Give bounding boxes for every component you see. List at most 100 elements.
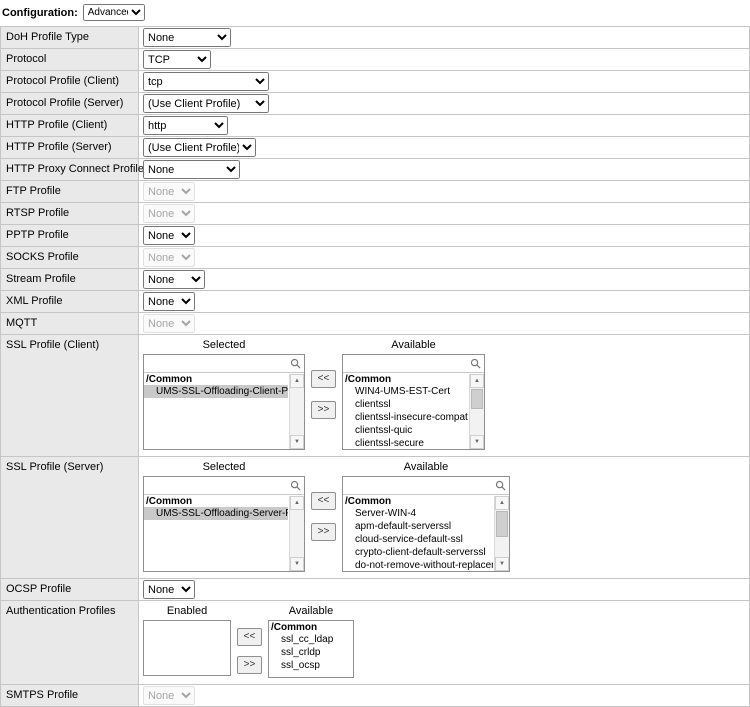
scroll-up-icon[interactable]: ▲ — [290, 374, 304, 388]
protocol-select[interactable]: TCP — [143, 50, 211, 69]
list-filter-row — [144, 355, 304, 373]
scroll-up-icon[interactable]: ▲ — [290, 496, 304, 510]
ssl-server-selected-listbox[interactable]: /Common UMS-SSL-Offloading-Server-Profil… — [143, 476, 305, 572]
move-to-available-button[interactable]: >> — [237, 656, 262, 674]
list-item[interactable]: clientssl — [343, 398, 468, 411]
auth-available-listbox[interactable]: /Common ssl_cc_ldap ssl_crldp ssl_ocsp — [268, 620, 354, 678]
scrollbar[interactable]: ▲ ▼ — [289, 496, 304, 571]
ftp-profile-select: None — [143, 182, 195, 201]
table-row-socks-profile: SOCKS Profile None — [1, 247, 749, 269]
list-filter-row — [343, 355, 484, 373]
protocol-profile-client-select[interactable]: tcp — [143, 72, 269, 91]
move-to-selected-button[interactable]: << — [311, 492, 336, 510]
search-icon — [290, 480, 301, 491]
move-to-selected-button[interactable]: << — [311, 370, 336, 388]
scroll-down-icon[interactable]: ▼ — [495, 557, 509, 571]
stream-profile-select[interactable]: None — [143, 270, 205, 289]
list-item[interactable]: clientssl-insecure-compatible — [343, 411, 468, 424]
table-row-authentication-profiles: Authentication Profiles Enabled << >> Av… — [1, 601, 749, 685]
table-row-rtsp-profile: RTSP Profile None — [1, 203, 749, 225]
ssl-server-available-listbox[interactable]: /Common Server-WIN-4 apm-default-servers… — [342, 476, 510, 572]
scrollbar-thumb[interactable] — [471, 389, 483, 409]
list-filter-row — [144, 477, 304, 495]
partition-header: /Common — [343, 373, 468, 385]
list-item[interactable]: do-not-remove-without-replacement — [343, 559, 493, 571]
search-icon — [470, 358, 481, 369]
selected-list-header: Selected — [143, 338, 305, 354]
list-item[interactable]: apm-default-serverssl — [343, 520, 493, 533]
partition-header: /Common — [144, 495, 288, 507]
partition-header: /Common — [269, 621, 351, 633]
http-proxy-connect-profile-select[interactable]: None — [143, 160, 240, 179]
list-item[interactable]: WIN4-UMS-EST-Cert — [343, 385, 468, 398]
row-label: HTTP Proxy Connect Profile — [1, 159, 139, 180]
http-profile-server-select[interactable]: (Use Client Profile) — [143, 138, 256, 157]
table-row-xml-profile: XML Profile None — [1, 291, 749, 313]
scroll-up-icon[interactable]: ▲ — [470, 374, 484, 388]
list-filter-input[interactable] — [144, 477, 286, 493]
row-label: Protocol Profile (Client) — [1, 71, 139, 92]
list-item[interactable]: cloud-service-default-ssl — [343, 533, 493, 546]
protocol-profile-server-select[interactable]: (Use Client Profile) — [143, 94, 269, 113]
row-label: FTP Profile — [1, 181, 139, 202]
row-label: SSL Profile (Server) — [1, 457, 139, 578]
scrollbar-thumb[interactable] — [496, 511, 508, 537]
profiles-configuration-table: DoH Profile Type None Protocol TCP Proto… — [0, 26, 750, 707]
move-to-available-button[interactable]: >> — [311, 523, 336, 541]
ocsp-profile-select[interactable]: None — [143, 580, 195, 599]
table-row-mqtt: MQTT None — [1, 313, 749, 335]
row-label: RTSP Profile — [1, 203, 139, 224]
xml-profile-select[interactable]: None — [143, 292, 195, 311]
row-label: Authentication Profiles — [1, 601, 139, 684]
scroll-down-icon[interactable]: ▼ — [290, 557, 304, 571]
configuration-select[interactable]: Advanced — [83, 4, 145, 21]
socks-profile-select: None — [143, 248, 195, 267]
scroll-down-icon[interactable]: ▼ — [290, 435, 304, 449]
table-row-doh-profile-type: DoH Profile Type None — [1, 27, 749, 49]
auth-enabled-listbox[interactable] — [143, 620, 231, 676]
list-item[interactable]: clientssl-quic — [343, 424, 468, 437]
table-row-ftp-profile: FTP Profile None — [1, 181, 749, 203]
http-profile-client-select[interactable]: http — [143, 116, 228, 135]
configuration-bar: Configuration: Advanced — [0, 0, 750, 26]
configuration-label: Configuration: — [2, 7, 78, 19]
list-item[interactable]: ssl_ocsp — [269, 659, 351, 672]
rtsp-profile-select: None — [143, 204, 195, 223]
row-label: PPTP Profile — [1, 225, 139, 246]
table-row-protocol: Protocol TCP — [1, 49, 749, 71]
move-to-enabled-button[interactable]: << — [237, 628, 262, 646]
ssl-client-selected-listbox[interactable]: /Common UMS-SSL-Offloading-Client-Profil… — [143, 354, 305, 450]
list-item[interactable]: UMS-SSL-Offloading-Server-Profile — [144, 507, 288, 520]
list-filter-input[interactable] — [144, 355, 286, 371]
row-label: SSL Profile (Client) — [1, 335, 139, 456]
table-row-protocol-profile-server: Protocol Profile (Server) (Use Client Pr… — [1, 93, 749, 115]
row-label: OCSP Profile — [1, 579, 139, 600]
pptp-profile-select[interactable]: None — [143, 226, 195, 245]
scroll-up-icon[interactable]: ▲ — [495, 496, 509, 510]
available-list-header: Available — [342, 338, 485, 354]
list-filter-input[interactable] — [343, 477, 491, 493]
list-item[interactable]: ssl_crldp — [269, 646, 351, 659]
scrollbar[interactable]: ▲ ▼ — [469, 374, 484, 449]
row-label: Stream Profile — [1, 269, 139, 290]
smtps-profile-select: None — [143, 686, 195, 705]
list-item[interactable]: Server-WIN-4 — [343, 507, 493, 520]
list-filter-row — [343, 477, 509, 495]
table-row-ssl-profile-server: SSL Profile (Server) Selected /Common UM… — [1, 457, 749, 579]
list-item[interactable]: ssl_cc_ldap — [269, 633, 351, 646]
scrollbar[interactable]: ▲ ▼ — [289, 374, 304, 449]
list-item[interactable]: clientssl-secure — [343, 437, 468, 449]
table-row-stream-profile: Stream Profile None — [1, 269, 749, 291]
scroll-down-icon[interactable]: ▼ — [470, 435, 484, 449]
list-item[interactable]: UMS-SSL-Offloading-Client-Profile — [144, 385, 288, 398]
mqtt-profile-select: None — [143, 314, 195, 333]
ssl-client-available-listbox[interactable]: /Common WIN4-UMS-EST-Cert clientssl clie… — [342, 354, 485, 450]
scrollbar[interactable]: ▲ ▼ — [494, 496, 509, 571]
move-to-available-button[interactable]: >> — [311, 401, 336, 419]
row-label: MQTT — [1, 313, 139, 334]
list-filter-input[interactable] — [343, 355, 466, 371]
doh-profile-type-select[interactable]: None — [143, 28, 231, 47]
list-item[interactable]: crypto-client-default-serverssl — [343, 546, 493, 559]
table-row-ocsp-profile: OCSP Profile None — [1, 579, 749, 601]
row-label: HTTP Profile (Server) — [1, 137, 139, 158]
